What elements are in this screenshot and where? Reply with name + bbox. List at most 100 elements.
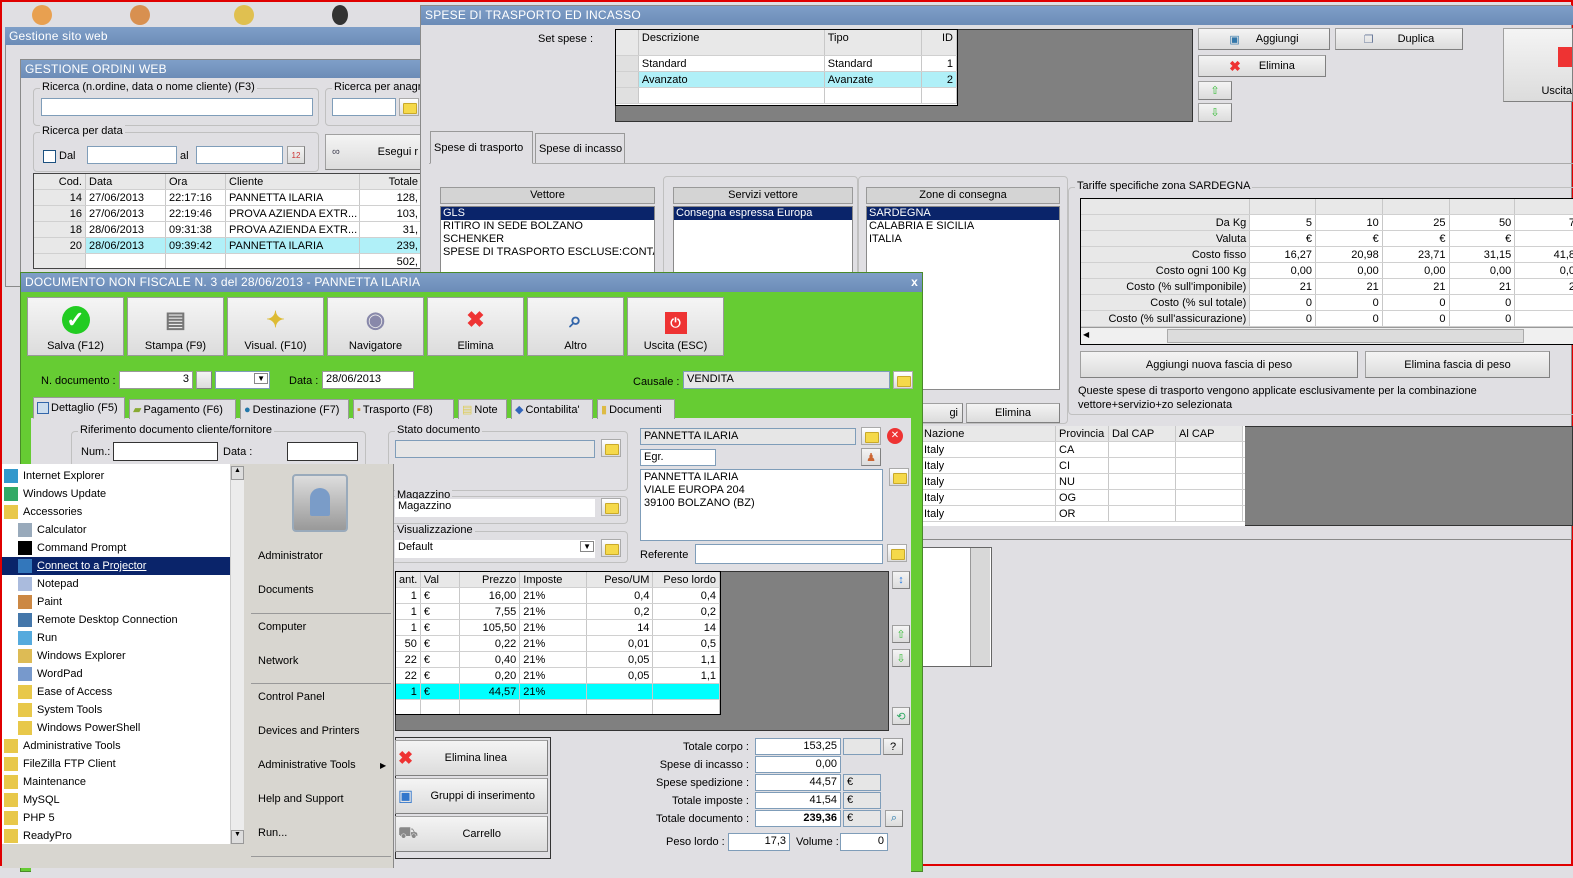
column-header[interactable]: Ora (166, 174, 226, 189)
start-menu-item[interactable]: Paint (2, 593, 230, 611)
column-header[interactable]: ID (922, 30, 957, 55)
start-menu-link[interactable]: Documents (258, 584, 314, 596)
tab-shipping-costs[interactable]: Spese di trasporto (430, 131, 533, 164)
column-header[interactable]: ant. (396, 572, 421, 587)
folder-icon[interactable] (601, 498, 621, 516)
start-menu-link[interactable]: Computer (258, 621, 306, 633)
table-row[interactable]: Costo (% sull'imponibile)212121212 (1081, 279, 1573, 295)
list-item[interactable]: ITALIA (867, 233, 1059, 246)
start-menu-link[interactable]: Run... (258, 827, 287, 839)
tab-accounting[interactable]: ◆ Contabilita' (511, 399, 593, 419)
customer-input[interactable]: PANNETTA ILARIA (640, 428, 856, 445)
start-menu-item[interactable]: Command Prompt (2, 539, 230, 557)
start-menu-link[interactable]: Control Panel (258, 691, 325, 703)
from-checkbox[interactable] (43, 150, 56, 163)
column-header[interactable]: Descrizione (638, 30, 825, 55)
help-button[interactable]: ? (883, 738, 903, 755)
table-row[interactable]: 20 28/06/2013 09:39:42 PANNETTA ILARIA 239, (34, 238, 424, 254)
list-item[interactable]: SCHENKER (441, 233, 654, 246)
delete-zone-button[interactable]: Elimina (966, 403, 1060, 423)
warehouse-input[interactable]: Magazzino (395, 499, 595, 517)
agent-icon[interactable] (332, 5, 348, 25)
reorder-icon[interactable]: ↕ (892, 571, 910, 589)
table-row[interactable]: Standard Standard 1 (616, 56, 957, 72)
tab-detail[interactable]: Dettaglio (F5) (33, 397, 125, 419)
column-header[interactable]: Provincia (1056, 426, 1109, 441)
start-menu-item[interactable]: Administrative Tools (2, 737, 230, 755)
programs-scrollbar[interactable]: ▲ ▼ (230, 466, 244, 844)
column-header[interactable]: Val (420, 572, 460, 587)
start-menu-item[interactable]: Windows PowerShell (2, 719, 230, 737)
start-menu-item[interactable]: MySQL (2, 791, 230, 809)
table-row[interactable]: Italy CA (921, 442, 1245, 458)
list-item[interactable]: CALABRIA E SICILIA (867, 220, 1059, 233)
table-row[interactable]: 1 €105,50 21% 14 14 (396, 620, 720, 636)
scroll-down-icon[interactable]: ▼ (231, 830, 244, 844)
exit-document-button[interactable]: ⏻ Uscita (ESC) (627, 297, 724, 356)
table-row[interactable]: 16 27/06/2013 22:19:46 PROVA AZIENDA EXTR..… (34, 206, 424, 222)
exit-button[interactable]: Uscita (1503, 28, 1573, 102)
tab-transport[interactable]: ▪ Trasporto (F8) (353, 399, 454, 419)
clear-customer-icon[interactable]: ✕ (887, 428, 903, 444)
start-menu-item[interactable]: Internet Explorer (2, 467, 230, 485)
column-header[interactable]: Imposte (520, 572, 587, 587)
save-button[interactable]: ✓ Salva (F12) (27, 297, 124, 356)
table-row[interactable]: 1 €16,00 21% 0,4 0,4 (396, 588, 720, 604)
table-row[interactable] (616, 88, 957, 104)
ref-number-input[interactable] (113, 442, 218, 461)
close-icon[interactable]: x (911, 275, 918, 290)
registry-input[interactable] (332, 98, 396, 116)
table-row[interactable]: 22 €0,40 21% 0,05 1,1 (396, 652, 720, 668)
calendar-icon[interactable]: 12 (287, 146, 305, 164)
view-select[interactable]: Default ▼ (395, 540, 595, 558)
column-header[interactable]: Tipo (824, 30, 923, 55)
table-row[interactable]: Italy CI (921, 458, 1245, 474)
column-header[interactable]: Peso lordo (653, 572, 720, 587)
list-item[interactable]: GLS (441, 207, 654, 220)
list-item[interactable]: RITIRO IN SEDE BOLZANO (441, 220, 654, 233)
start-menu-link[interactable]: Administrative Tools (258, 759, 356, 771)
column-header[interactable]: Dal CAP (1109, 426, 1176, 441)
delete-weight-band-button[interactable]: Elimina fascia di peso (1365, 351, 1550, 378)
column-header[interactable]: Cliente (226, 174, 360, 189)
table-row[interactable]: Costo (% sul totale) 0 0 0 0 (1081, 295, 1573, 311)
title-input[interactable]: Egr. (640, 449, 716, 466)
scroll-left-icon[interactable]: ◀ (1083, 330, 1089, 339)
start-menu-link[interactable]: Devices and Printers (258, 725, 360, 737)
column-header[interactable]: Cod. (34, 174, 86, 189)
add-weight-band-button[interactable]: Aggiungi nuova fascia di peso (1080, 351, 1358, 378)
scroll-up-icon[interactable]: ▲ (231, 466, 244, 480)
column-header[interactable]: Al CAP (1176, 426, 1243, 441)
folder-icon[interactable] (601, 539, 621, 557)
avatar[interactable] (292, 474, 348, 532)
preview-button[interactable]: ✦ Visual. (F10) (227, 297, 324, 356)
start-menu-link[interactable]: Administrator (258, 550, 323, 562)
table-row[interactable]: Italy NU (921, 474, 1245, 490)
table-row[interactable]: 18 28/06/2013 09:31:38 PROVA AZIENDA EXTR..… (34, 222, 424, 238)
to-date-input[interactable] (196, 146, 283, 164)
date-input[interactable]: 28/06/2013 (322, 371, 414, 389)
folder-icon[interactable] (601, 439, 621, 457)
folder-icon[interactable] (861, 427, 881, 445)
arrow-up-icon[interactable]: ⇧ (892, 625, 910, 643)
delete-set-button[interactable]: ✖ Elimina (1198, 55, 1326, 77)
table-row[interactable]: 1 €44,57 21% (396, 684, 720, 700)
start-menu-item[interactable]: Windows Explorer (2, 647, 230, 665)
search-person-icon[interactable]: ♟ (861, 448, 881, 466)
doc-number-button[interactable] (196, 371, 212, 389)
other-button[interactable]: ⌕ Altro (527, 297, 624, 356)
table-row[interactable]: Italy OG (921, 490, 1245, 506)
status-input[interactable] (395, 440, 595, 458)
doc-number-input[interactable]: 3 (119, 371, 193, 389)
volume-input[interactable]: 0 (840, 833, 888, 851)
start-menu-item[interactable]: ReadyPro (2, 827, 230, 845)
folder-icon[interactable] (399, 98, 419, 116)
table-row[interactable]: 50 €0,22 21% 0,01 0,5 (396, 636, 720, 652)
delete-document-button[interactable]: ✖ Elimina (427, 297, 524, 356)
refresh-icon[interactable]: ⟲ (892, 707, 910, 725)
table-row[interactable]: Da Kg51025507 (1081, 215, 1573, 231)
zoom-total-icon[interactable]: ⌕ (885, 810, 903, 827)
table-row[interactable]: Italy OR (921, 506, 1245, 522)
tab-destination[interactable]: ● Destinazione (F7) (240, 399, 349, 419)
arrow-down-icon[interactable]: ⇩ (892, 649, 910, 667)
